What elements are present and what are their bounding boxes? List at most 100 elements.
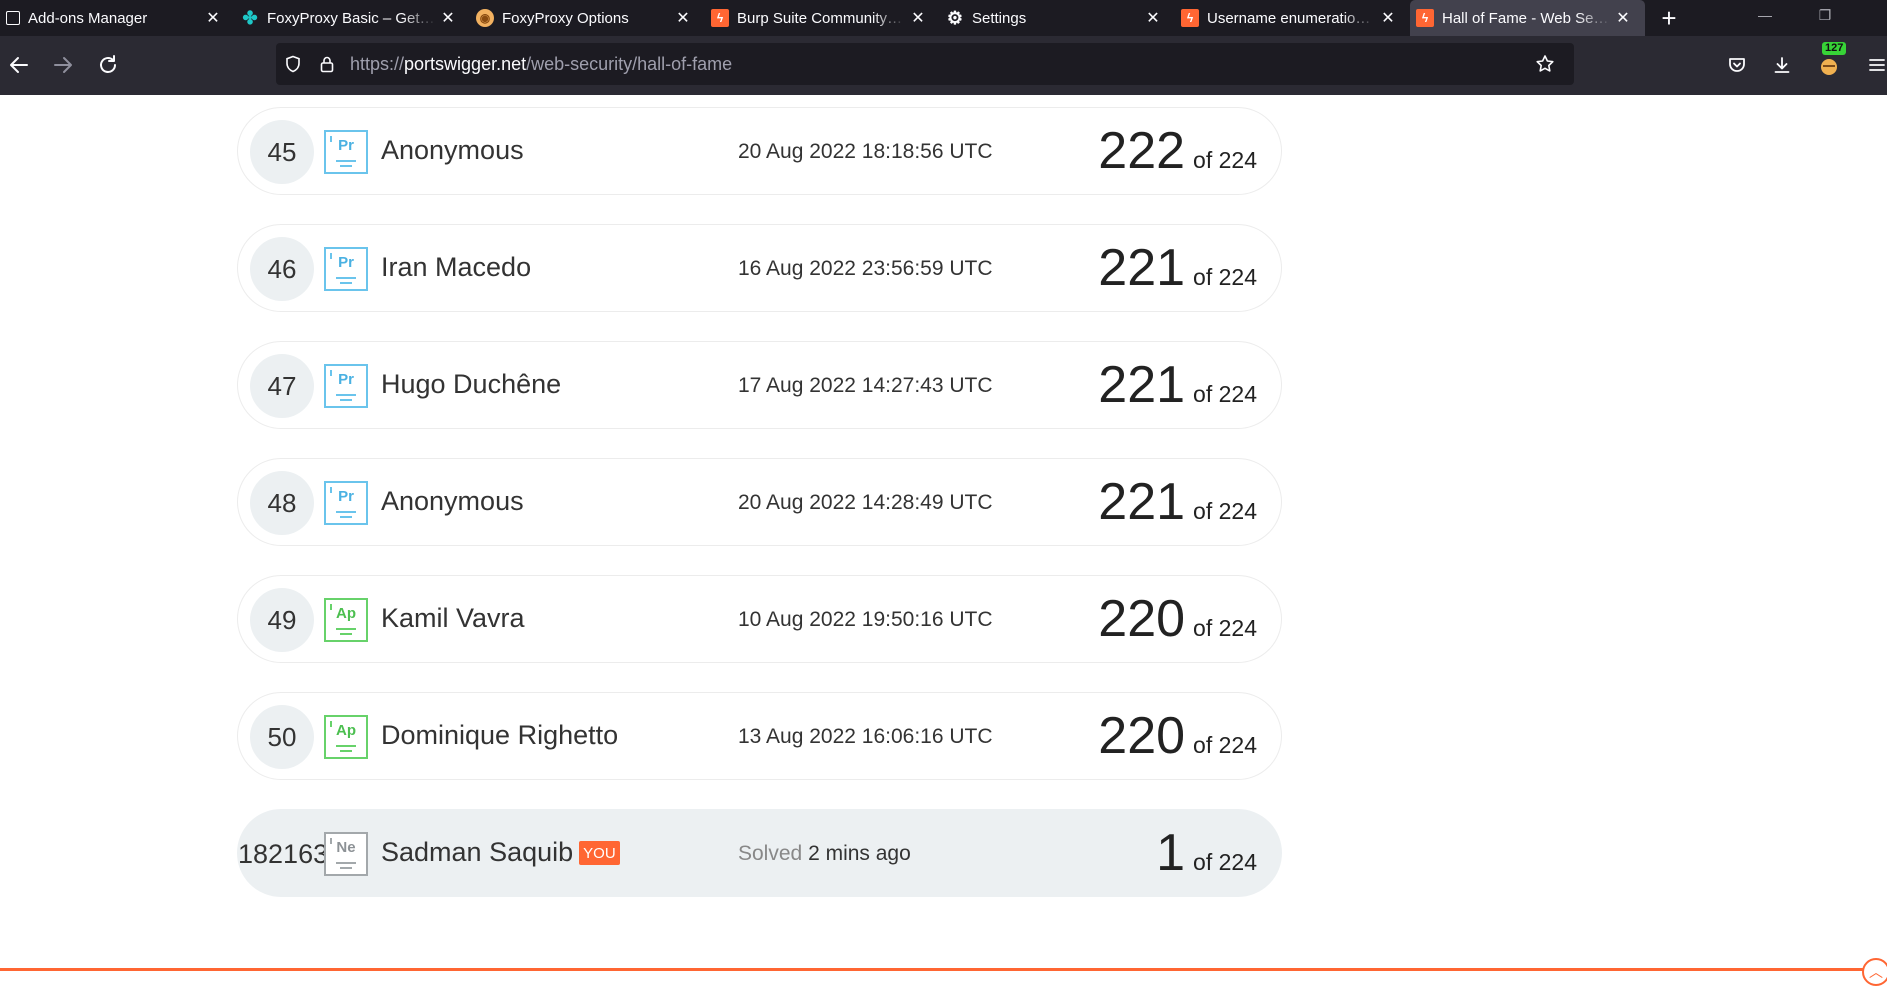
score: 222 of 224 <box>1098 122 1257 180</box>
completion-date: 20 Aug 2022 14:28:49 UTC <box>738 491 993 514</box>
bookmark-star-icon[interactable] <box>1528 47 1562 81</box>
level-symbol: Pr <box>338 254 354 271</box>
rank-number: 182163 <box>238 838 329 869</box>
burp-icon: ϟ <box>1416 9 1434 27</box>
leaderboard-row: 46 Pr Iran Macedo 16 Aug 2022 23:56:59 U… <box>237 224 1282 312</box>
tab-foxyproxy-options[interactable]: ◉ FoxyProxy Options ✕ <box>470 0 705 36</box>
current-user-row: 182163 Ne Sadman Saquib YOU Solved 2 min… <box>237 809 1282 897</box>
user-name: Kamil Vavra <box>381 603 525 633</box>
score: 220 of 224 <box>1098 707 1257 765</box>
tab-hall-of-fame[interactable]: ϟ Hall of Fame - Web Security Academy ✕ <box>1410 0 1645 36</box>
back-button[interactable] <box>2 48 36 82</box>
rank-number: 47 <box>250 354 314 418</box>
tab-title: FoxyProxy Options <box>502 9 629 27</box>
extension-badge: 127 <box>1822 42 1847 55</box>
url-text[interactable]: https://portswigger.net/web-security/hal… <box>350 54 732 75</box>
labs-solved: 221 <box>1098 473 1186 531</box>
pocket-button[interactable] <box>1720 48 1754 82</box>
labs-total: of 224 <box>1193 849 1257 875</box>
tab-username-enumeration[interactable]: ϟ Username enumeration via ✕ <box>1175 0 1410 36</box>
level-apprentice-icon: Ap <box>324 715 368 759</box>
score: 1 of 224 <box>1156 824 1257 882</box>
level-symbol: Pr <box>338 488 354 505</box>
labs-total: of 224 <box>1193 498 1257 524</box>
foxyproxy-options-icon: ◉ <box>476 9 494 27</box>
labs-solved: 221 <box>1098 239 1186 297</box>
leaderboard-row: 50 Ap Dominique Righetto 13 Aug 2022 16:… <box>237 692 1282 780</box>
score: 221 of 224 <box>1098 356 1257 414</box>
chevron-up-icon: ︿ <box>1869 964 1883 980</box>
footer-divider <box>0 968 1887 971</box>
labs-total: of 224 <box>1193 264 1257 290</box>
level-symbol: Pr <box>338 371 354 388</box>
gear-icon: ⚙ <box>946 7 964 28</box>
tab-strip: Add-ons Manager ✕ ✤ FoxyProxy Basic – Ge… <box>0 0 1887 36</box>
labs-solved: 221 <box>1098 356 1186 414</box>
extension-button[interactable]: 127 <box>1812 42 1847 82</box>
arrow-right-icon <box>54 57 72 73</box>
rank-number: 49 <box>250 588 314 652</box>
minimize-icon[interactable]: — <box>1735 0 1795 30</box>
tab-settings[interactable]: ⚙ Settings ✕ <box>940 0 1175 36</box>
tab-title: Hall of Fame - Web Security Academy <box>1442 9 1611 27</box>
level-symbol: Pr <box>338 137 354 154</box>
rank-number: 45 <box>250 120 314 184</box>
tab-addons-manager[interactable]: Add-ons Manager ✕ <box>0 0 235 36</box>
level-practitioner-icon: Pr <box>324 481 368 525</box>
puzzle-icon <box>6 11 20 25</box>
downloads-button[interactable] <box>1765 48 1799 82</box>
score: 221 of 224 <box>1098 473 1257 531</box>
tab-foxyproxy-basic[interactable]: ✤ FoxyProxy Basic – Get this Extension ✕ <box>235 0 470 36</box>
labs-solved: 1 <box>1156 824 1186 882</box>
completion-date: 13 Aug 2022 16:06:16 UTC <box>738 725 993 748</box>
close-icon[interactable]: ✕ <box>1376 6 1400 30</box>
arrow-left-icon <box>10 57 28 73</box>
leaderboard-row: 48 Pr Anonymous 20 Aug 2022 14:28:49 UTC… <box>237 458 1282 546</box>
score: 221 of 224 <box>1098 239 1257 297</box>
lock-icon[interactable] <box>310 47 344 81</box>
tab-title: Burp Suite Community Edition <box>737 9 906 27</box>
rank-number: 48 <box>250 471 314 535</box>
rank-number: 50 <box>250 705 314 769</box>
close-icon[interactable]: ✕ <box>436 6 460 30</box>
page-content: 45 Pr Anonymous 20 Aug 2022 18:18:56 UTC… <box>0 95 1887 1005</box>
leaderboard-row: 45 Pr Anonymous 20 Aug 2022 18:18:56 UTC… <box>237 107 1282 195</box>
url-bar[interactable]: https://portswigger.net/web-security/hal… <box>276 43 1574 85</box>
tab-burp-suite[interactable]: ϟ Burp Suite Community Edition ✕ <box>705 0 940 36</box>
foxyproxy-icon: ✤ <box>242 7 258 28</box>
close-icon[interactable]: ✕ <box>1611 6 1635 30</box>
reload-icon <box>100 55 116 73</box>
leaderboard-row: 49 Ap Kamil Vavra 10 Aug 2022 19:50:16 U… <box>237 575 1282 663</box>
completion-date: 10 Aug 2022 19:50:16 UTC <box>738 608 993 631</box>
reload-button[interactable] <box>91 48 125 82</box>
extension-icon <box>1821 59 1837 75</box>
labs-solved: 220 <box>1098 590 1186 648</box>
close-icon[interactable]: ✕ <box>671 6 695 30</box>
user-name: Iran Macedo <box>381 252 532 282</box>
user-name: Hugo Duchêne <box>381 369 562 399</box>
new-tab-button[interactable]: + <box>1645 0 1693 36</box>
close-icon[interactable]: ✕ <box>906 6 930 30</box>
solved-time: 2 mins ago <box>808 842 911 865</box>
labs-solved: 222 <box>1098 122 1186 180</box>
user-name: Dominique Righetto <box>381 720 619 750</box>
menu-button[interactable] <box>1860 48 1887 82</box>
user-name: Anonymous <box>381 135 524 165</box>
user-name: Sadman Saquib <box>381 837 574 867</box>
labs-total: of 224 <box>1193 615 1257 641</box>
labs-total: of 224 <box>1193 147 1257 173</box>
level-symbol: Ap <box>336 722 356 739</box>
labs-total: of 224 <box>1193 732 1257 758</box>
tab-title: FoxyProxy Basic – Get this Extension <box>267 9 436 27</box>
restore-icon[interactable]: ❐ <box>1795 0 1855 30</box>
level-practitioner-icon: Pr <box>324 130 368 174</box>
level-apprentice-icon: Ap <box>324 598 368 642</box>
close-icon[interactable]: ✕ <box>201 6 225 30</box>
download-icon <box>1774 57 1790 73</box>
shield-icon[interactable] <box>276 47 310 81</box>
forward-button[interactable] <box>46 48 80 82</box>
scroll-to-top-button[interactable]: ︿ <box>1862 958 1887 986</box>
close-icon[interactable]: ✕ <box>1141 6 1165 30</box>
tab-title: Settings <box>972 9 1027 27</box>
user-name-wrapper: Sadman Saquib YOU <box>381 837 620 868</box>
